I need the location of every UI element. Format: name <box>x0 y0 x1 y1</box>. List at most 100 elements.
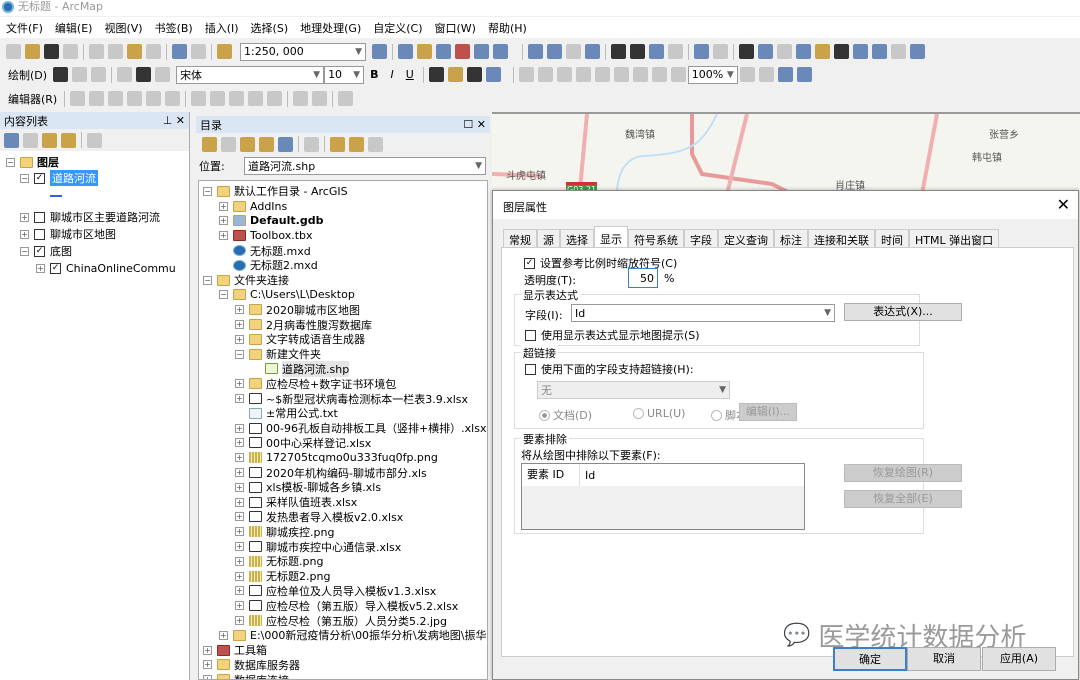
expand-icon[interactable]: + <box>219 231 228 241</box>
expand-icon[interactable]: + <box>235 556 244 566</box>
print-icon[interactable] <box>63 44 78 59</box>
expand-icon[interactable]: + <box>235 616 244 625</box>
catalog-item[interactable]: + 应检尽检+数字证书环境包 <box>203 376 487 391</box>
menu-item[interactable]: 插入(I) <box>205 20 239 36</box>
expand-icon[interactable]: + <box>235 379 244 389</box>
layout-pan-icon[interactable] <box>556 67 572 82</box>
data-driven-pages-icon[interactable] <box>796 67 812 82</box>
catalog-item[interactable]: +2月病毒性腹泻数据库 <box>203 317 487 332</box>
expand-icon[interactable]: + <box>235 586 244 596</box>
catalog-item[interactable]: + Toolbox.tbx <box>203 228 487 243</box>
zoom-percent-combo[interactable]: 100% ▼ <box>687 65 738 84</box>
editor-menu[interactable]: 编辑器(R) <box>8 91 57 107</box>
expand-icon[interactable]: + <box>235 527 244 537</box>
rotate-icon[interactable] <box>72 67 88 82</box>
back-icon[interactable] <box>649 44 664 59</box>
menu-item[interactable]: 帮助(H) <box>488 20 527 36</box>
layout-full-extent-icon[interactable] <box>575 67 591 82</box>
draw-menu[interactable]: 绘制(D) <box>8 67 47 83</box>
collapse-icon[interactable]: − <box>203 275 212 285</box>
construction-icon[interactable] <box>146 91 162 106</box>
toc-layer[interactable]: − ✓ 底图 <box>6 243 189 260</box>
attributes-icon[interactable] <box>293 91 309 106</box>
hyperlink-checkbox[interactable]: 使用下面的字段支持超链接(H): <box>525 361 694 377</box>
zoom-100-icon[interactable] <box>594 67 610 82</box>
goto-xy-icon[interactable] <box>872 44 887 59</box>
cut-icon[interactable] <box>89 44 104 59</box>
menu-item[interactable]: 书签(B) <box>155 20 193 36</box>
tab-10[interactable]: HTML 弹出窗口 <box>909 229 1000 247</box>
layout-forward-icon[interactable] <box>670 67 686 82</box>
expand-icon[interactable]: + <box>235 423 244 433</box>
python-icon[interactable] <box>474 44 489 59</box>
line-symbol[interactable] <box>6 187 189 209</box>
find-icon[interactable] <box>834 44 849 59</box>
field-select[interactable]: Id ▼ <box>571 304 835 322</box>
hyperlink-icon[interactable] <box>777 44 792 59</box>
toggle-draft-icon[interactable] <box>739 67 755 82</box>
pan-icon[interactable] <box>566 44 581 59</box>
catalog-item[interactable]: + 应检单位及人员导入模板v1.3.xlsx <box>203 584 487 599</box>
font-size-combo[interactable]: 10 ▼ <box>324 65 365 84</box>
expand-icon[interactable]: + <box>219 216 228 226</box>
catalog-item[interactable]: 无标题2.mxd <box>203 258 487 273</box>
italic-button[interactable]: I <box>390 68 393 81</box>
change-layout-icon[interactable] <box>777 67 793 82</box>
catalog-item[interactable]: +00-96孔板自动排板工具（竖排+横排）.xlsx <box>203 421 487 436</box>
toggle-tree-icon[interactable] <box>349 136 364 152</box>
expand-icon[interactable]: + <box>20 229 29 239</box>
menu-item[interactable]: 窗口(W) <box>435 20 476 36</box>
apply-button[interactable]: 应用(A) <box>982 647 1056 671</box>
edit-annotation-icon[interactable] <box>89 91 105 106</box>
list-by-visibility-icon[interactable] <box>42 132 57 148</box>
expand-icon[interactable]: + <box>235 468 244 478</box>
measure-icon[interactable] <box>815 44 830 59</box>
options-icon[interactable] <box>368 136 383 152</box>
checkbox-checked-icon[interactable]: ✓ <box>34 245 45 257</box>
catalog-item[interactable]: 道路河流.shp <box>203 360 487 377</box>
focus-data-frame-icon[interactable] <box>758 67 774 82</box>
fixed-zoom-out-icon[interactable] <box>630 44 645 59</box>
point-icon[interactable] <box>165 91 181 106</box>
route-icon[interactable] <box>853 44 868 59</box>
expand-icon[interactable]: + <box>235 601 244 611</box>
catalog-item[interactable]: − 文件夹连接 <box>203 273 487 288</box>
forward-icon[interactable] <box>668 44 683 59</box>
catalog-item[interactable]: − C:\Users\L\Desktop <box>203 288 487 303</box>
location-combo[interactable]: 道路河流.shp ▼ <box>244 157 486 175</box>
expand-icon[interactable]: + <box>235 542 244 552</box>
toc-layer[interactable]: + 聊城市区地图 <box>6 226 189 243</box>
font-combo[interactable]: 宋体 ▼ <box>176 65 325 84</box>
cut-polygons-icon[interactable] <box>229 91 245 106</box>
menu-item[interactable]: 地理处理(G) <box>300 20 361 36</box>
new-folder-icon[interactable] <box>330 136 345 152</box>
expand-icon[interactable]: + <box>235 438 244 448</box>
text-icon[interactable] <box>136 67 152 82</box>
column-id[interactable]: Id <box>580 469 595 482</box>
collapse-icon[interactable]: − <box>20 173 29 183</box>
views-icon[interactable] <box>304 136 319 152</box>
fixed-zoom-icon[interactable] <box>613 67 629 82</box>
catalog-item[interactable]: − 默认工作目录 - ArcGIS <box>203 184 487 199</box>
open-icon[interactable] <box>25 44 40 59</box>
toc-layer[interactable]: − ✓ 道路河流 <box>6 170 189 187</box>
close-icon[interactable]: ✕ <box>1057 195 1070 214</box>
toc-root[interactable]: − 图层 <box>6 155 189 170</box>
back-icon[interactable] <box>202 136 217 152</box>
zoom-to-selected-icon[interactable] <box>91 67 107 82</box>
collapse-icon[interactable]: − <box>20 246 29 256</box>
catalog-item[interactable]: + xls模板-聊城各乡镇.xls <box>203 480 487 495</box>
arctoolbox-icon[interactable] <box>455 44 470 59</box>
collapse-icon[interactable]: − <box>203 186 212 196</box>
copy-icon[interactable] <box>108 44 123 59</box>
expand-icon[interactable]: + <box>235 453 244 463</box>
editor-toolbar-icon[interactable] <box>372 44 387 59</box>
catalog-item[interactable]: 无标题.mxd <box>203 243 487 258</box>
connect-folder-icon[interactable] <box>278 136 293 152</box>
full-extent-icon[interactable] <box>585 44 600 59</box>
tab-5[interactable]: 字段 <box>684 229 718 247</box>
edit-tool-icon[interactable] <box>70 91 86 106</box>
select-elements-icon[interactable] <box>739 44 754 59</box>
catalog-item[interactable]: +00中心采样登记.xlsx <box>203 436 487 451</box>
modelbuilder-icon[interactable] <box>493 44 508 59</box>
